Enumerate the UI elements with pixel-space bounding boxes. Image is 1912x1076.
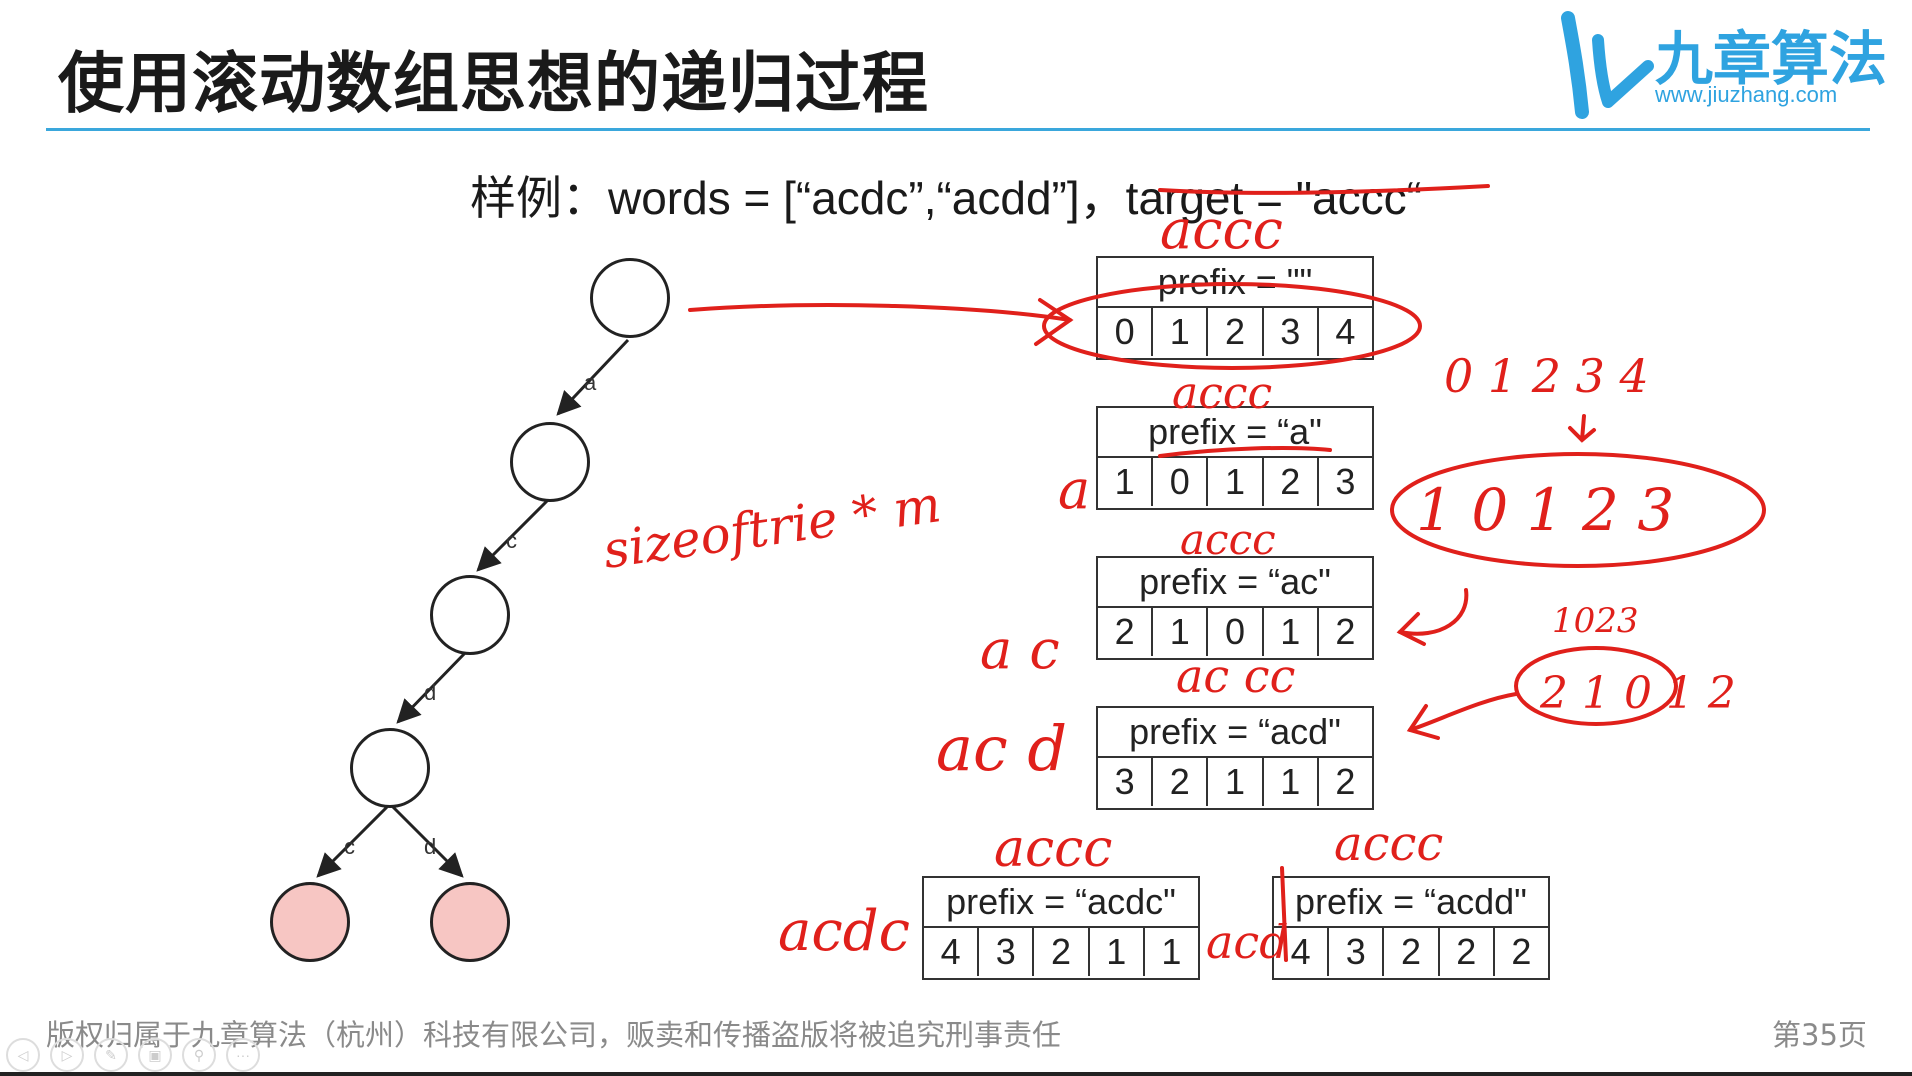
annotation-left-of-table: acd <box>1206 915 1289 969</box>
annotation-left-of-table: a <box>1058 458 1090 521</box>
more-icon[interactable]: ··· <box>226 1038 260 1072</box>
annotation-small-upper: 1023 <box>1552 601 1639 641</box>
next-slide-icon[interactable]: ▷ <box>50 1038 84 1072</box>
annotation-above-table: accc <box>1160 198 1283 261</box>
slides-icon[interactable]: ▣ <box>138 1038 172 1072</box>
annotation-above-table: accc <box>1172 368 1272 419</box>
page-number: 第35页 <box>1772 1018 1867 1052</box>
annotation-left-of-table: a c <box>980 618 1060 681</box>
handwriting-annotations: accc accc accc ac cc accc accc a a c ac … <box>600 184 1766 969</box>
annotation-size-note: sizeoftrie * m <box>600 475 945 580</box>
annotation-above-table: accc <box>1334 816 1443 872</box>
annotation-above-table: accc <box>1180 515 1276 564</box>
annotation-left-of-table: ac d <box>936 712 1067 785</box>
annotation-above-table: ac cc <box>1176 649 1295 703</box>
annotation-row-oval: 1 0 1 2 3 <box>1416 476 1674 544</box>
annotation-left-of-table: acdc <box>778 899 910 964</box>
pen-icon[interactable]: ✎ <box>94 1038 128 1072</box>
annotation-small-lower: 2 1 0 1 2 <box>1539 668 1736 719</box>
prev-slide-icon[interactable]: ◁ <box>6 1038 40 1072</box>
slide-player-controls: ◁ ▷ ✎ ▣ ⚲ ··· <box>6 1038 260 1072</box>
annotation-above-table: accc <box>994 819 1112 879</box>
annotation-row-top-right: 0 1 2 3 4 <box>1444 349 1649 403</box>
bottom-bar <box>0 1072 1912 1076</box>
zoom-icon[interactable]: ⚲ <box>182 1038 216 1072</box>
